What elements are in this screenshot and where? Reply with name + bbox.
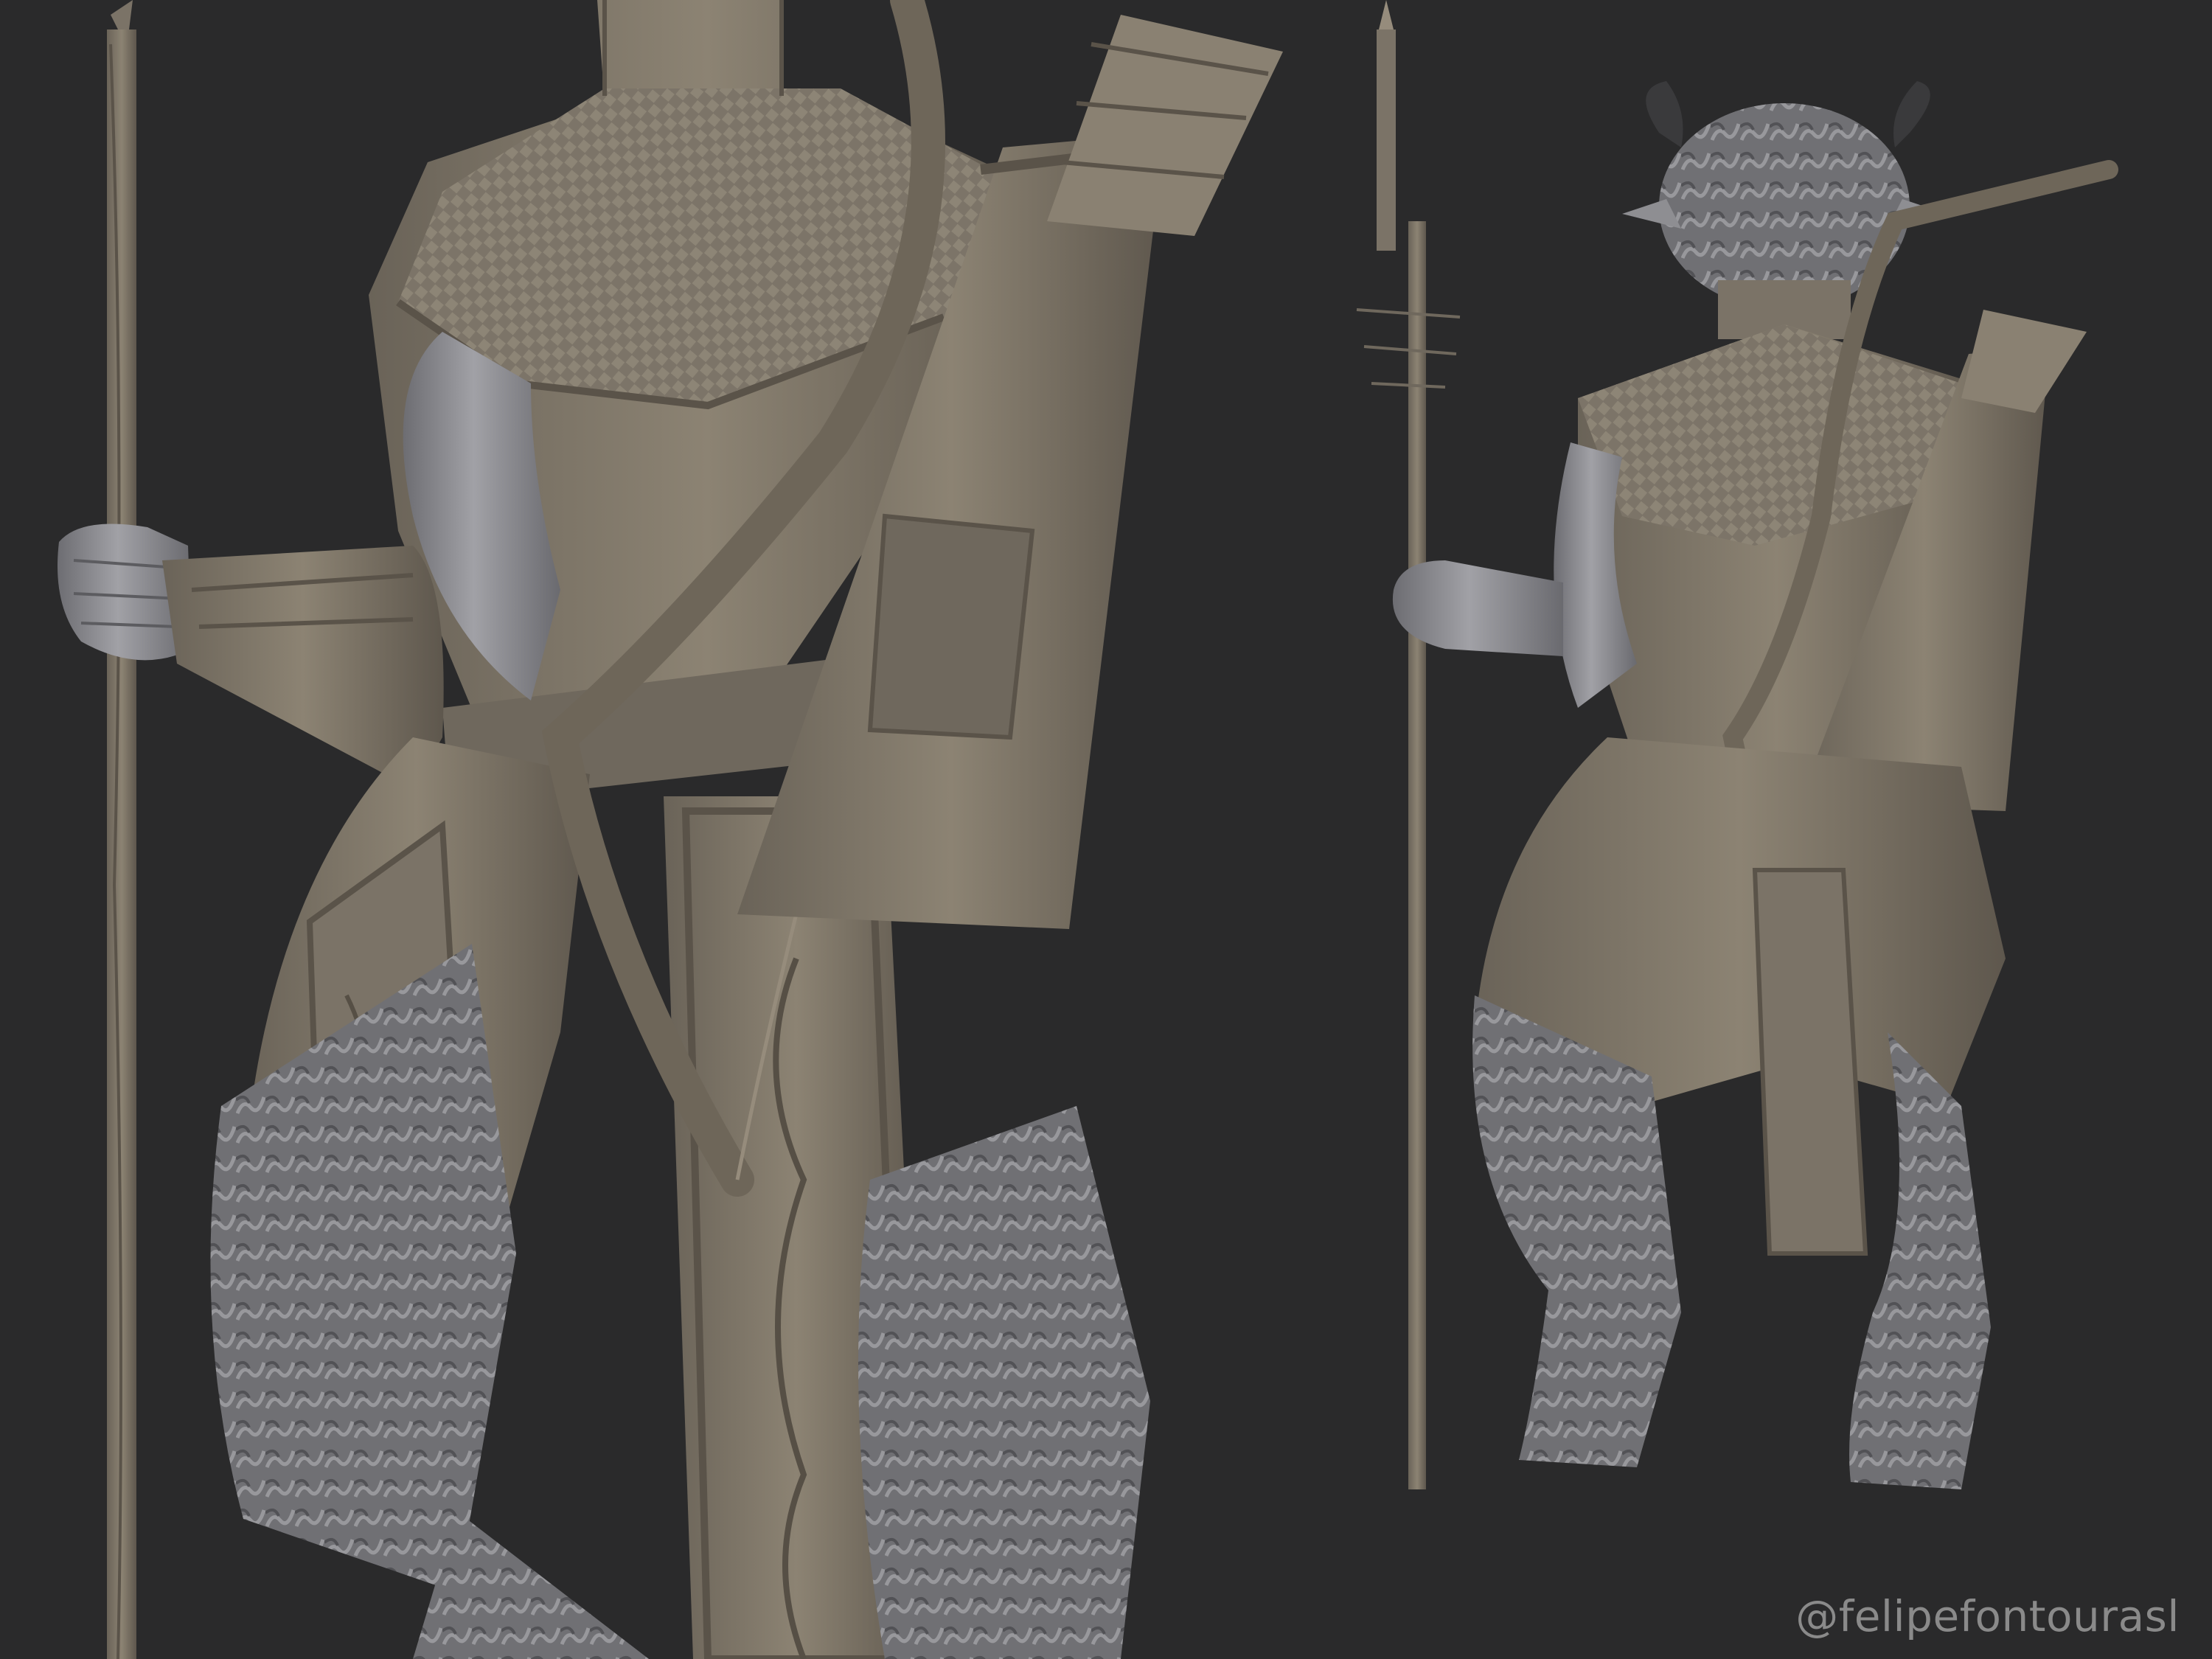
spear-full [1356, 0, 1461, 1489]
watermark-text: @felipefontourasl [1795, 1591, 2180, 1641]
head-full [1622, 81, 1947, 339]
sculpt-render-canvas: @felipefontourasl [0, 0, 2212, 1659]
fullbody-view [1356, 0, 2118, 1489]
